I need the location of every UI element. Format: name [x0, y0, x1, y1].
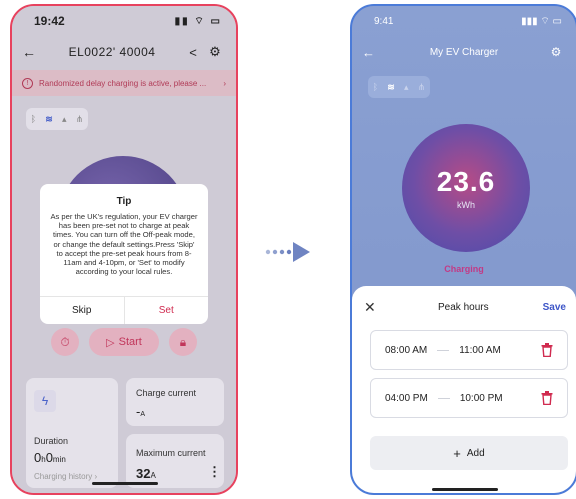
delay-banner[interactable]: ! Randomized delay charging is active, p… [12, 70, 236, 96]
banner-text: Randomized delay charging is active, ple… [39, 78, 207, 88]
play-icon: ▷ [106, 336, 115, 349]
max-current-number: 32 [136, 466, 151, 481]
chevron-right-icon: › [223, 78, 226, 88]
dialog-body: As per the UK's regulation, your EV char… [50, 212, 198, 277]
energy-gauge: 23.6 kWh [402, 124, 530, 252]
bolt-icon: ϟ [34, 390, 56, 412]
add-period-button[interactable]: + Add [370, 436, 568, 470]
max-current-label: Maximum current [136, 448, 206, 458]
status-bar: 19:42 ▮▮ ⌔ ▭ [12, 6, 236, 36]
timer-icon: ⏱ [60, 334, 70, 349]
period-separator [437, 349, 450, 351]
connection-status: ᛒ ≋ ▴ ⋔ [368, 76, 430, 98]
period-start[interactable]: 08:00 AM [385, 345, 427, 356]
bluetooth-icon: ᛒ [30, 114, 37, 124]
control-row: ⏱ ▷ Start 🔒︎ [12, 328, 236, 356]
period-separator [437, 397, 450, 399]
energy-unit: kWh [457, 200, 475, 210]
charging-state: Charging [444, 264, 484, 274]
app-header: ← EL0022' 40004 < ⚙ [12, 36, 236, 68]
max-current-card[interactable]: Maximum current 32A ⋮ [126, 434, 224, 488]
duration-value: 0h0min [34, 450, 66, 465]
status-time: 19:42 [34, 14, 65, 28]
charging-history-link[interactable]: Charging history › [34, 472, 97, 481]
set-button[interactable]: Set [125, 297, 209, 324]
sheet-title: Peak hours [438, 301, 489, 313]
sheet-header: ✕ Peak hours Save [352, 294, 576, 320]
wifi-icon: ≋ [45, 113, 53, 124]
cellular-icon: ▴ [404, 81, 409, 92]
device-title: EL0022' 40004 [68, 45, 156, 59]
connection-status: ᛒ ≋ ▴ ⋔ [26, 108, 88, 130]
share-icon[interactable]: < [182, 45, 204, 60]
period-end[interactable]: 11:00 AM [459, 345, 501, 356]
duration-minutes-unit: min [52, 455, 66, 464]
add-label: Add [466, 447, 485, 459]
left-phone-screen: 19:42 ▮▮ ⌔ ▭ ← EL0022' 40004 < ⚙ ! Rando… [10, 4, 238, 495]
plus-icon: + [453, 445, 461, 461]
close-icon[interactable]: ✕ [364, 299, 384, 316]
gear-icon[interactable]: ⚙ [204, 44, 226, 60]
more-options-icon[interactable]: ⋮ [208, 464, 221, 480]
ethernet-icon: ⋔ [417, 81, 426, 92]
info-cards: ϟ Duration 0h0min Charging history › Cha… [26, 378, 224, 488]
back-arrow-icon[interactable]: ← [362, 45, 382, 60]
info-icon: ! [22, 77, 33, 89]
lock-button[interactable]: 🔒︎ [169, 328, 197, 356]
trash-icon[interactable] [541, 391, 553, 405]
cellular-icon: ▴ [62, 113, 67, 124]
period-start[interactable]: 04:00 PM [385, 393, 428, 404]
skip-button[interactable]: Skip [40, 297, 125, 324]
max-current-unit: A [150, 471, 156, 480]
lock-icon: 🔒︎ [179, 334, 187, 349]
charge-current-unit: A [140, 411, 146, 418]
charge-current-value: -A [136, 404, 145, 419]
status-bar: 9:41 ▮▮▮ ⌔ ▭ [352, 6, 576, 36]
peak-hours-sheet: ✕ Peak hours Save 08:00 AM 11:00 AM 04:0… [352, 286, 576, 493]
start-button[interactable]: ▷ Start [89, 328, 159, 356]
page-title: My EV Charger [429, 46, 499, 58]
home-indicator [92, 482, 158, 485]
dialog-title: Tip [116, 196, 132, 207]
right-phone-screen: 9:41 ▮▮▮ ⌔ ▭ ← My EV Charger ⚙ ᛒ ≋ ▴ ⋔ 2… [350, 4, 576, 495]
save-button[interactable]: Save [543, 302, 566, 313]
charging-history-label: Charging history [34, 472, 93, 481]
status-time: 9:41 [374, 15, 394, 27]
start-label: Start [118, 336, 142, 348]
back-arrow-icon[interactable]: ← [22, 44, 42, 60]
transition-arrow-icon [265, 242, 310, 262]
app-header: ← My EV Charger ⚙ [352, 36, 576, 68]
timer-button[interactable]: ⏱ [51, 328, 79, 356]
status-icons: ▮▮▮ ⌔ ▭ [521, 15, 562, 27]
wifi-icon: ≋ [387, 81, 395, 92]
period-end[interactable]: 10:00 PM [460, 393, 503, 404]
status-icons: ▮▮ ⌔ ▭ [174, 15, 222, 27]
duration-label: Duration [34, 436, 69, 446]
peak-period-row[interactable]: 08:00 AM 11:00 AM [370, 330, 568, 370]
ethernet-icon: ⋔ [75, 113, 84, 124]
peak-period-row[interactable]: 04:00 PM 10:00 PM [370, 378, 568, 418]
charge-current-card: Charge current -A [126, 378, 224, 426]
max-current-value: 32A [136, 466, 156, 481]
duration-card: ϟ Duration 0h0min Charging history › [26, 378, 118, 488]
duration-minutes: 0 [45, 450, 53, 465]
gear-icon[interactable]: ⚙ [546, 45, 566, 59]
energy-value: 23.6 [436, 166, 496, 197]
trash-icon[interactable] [541, 343, 553, 357]
home-indicator [432, 488, 498, 491]
bluetooth-icon: ᛒ [372, 82, 379, 92]
tip-dialog: Tip As per the UK's regulation, your EV … [40, 184, 208, 324]
dialog-actions: Skip Set [40, 296, 208, 324]
charge-current-label: Charge current [136, 388, 197, 398]
